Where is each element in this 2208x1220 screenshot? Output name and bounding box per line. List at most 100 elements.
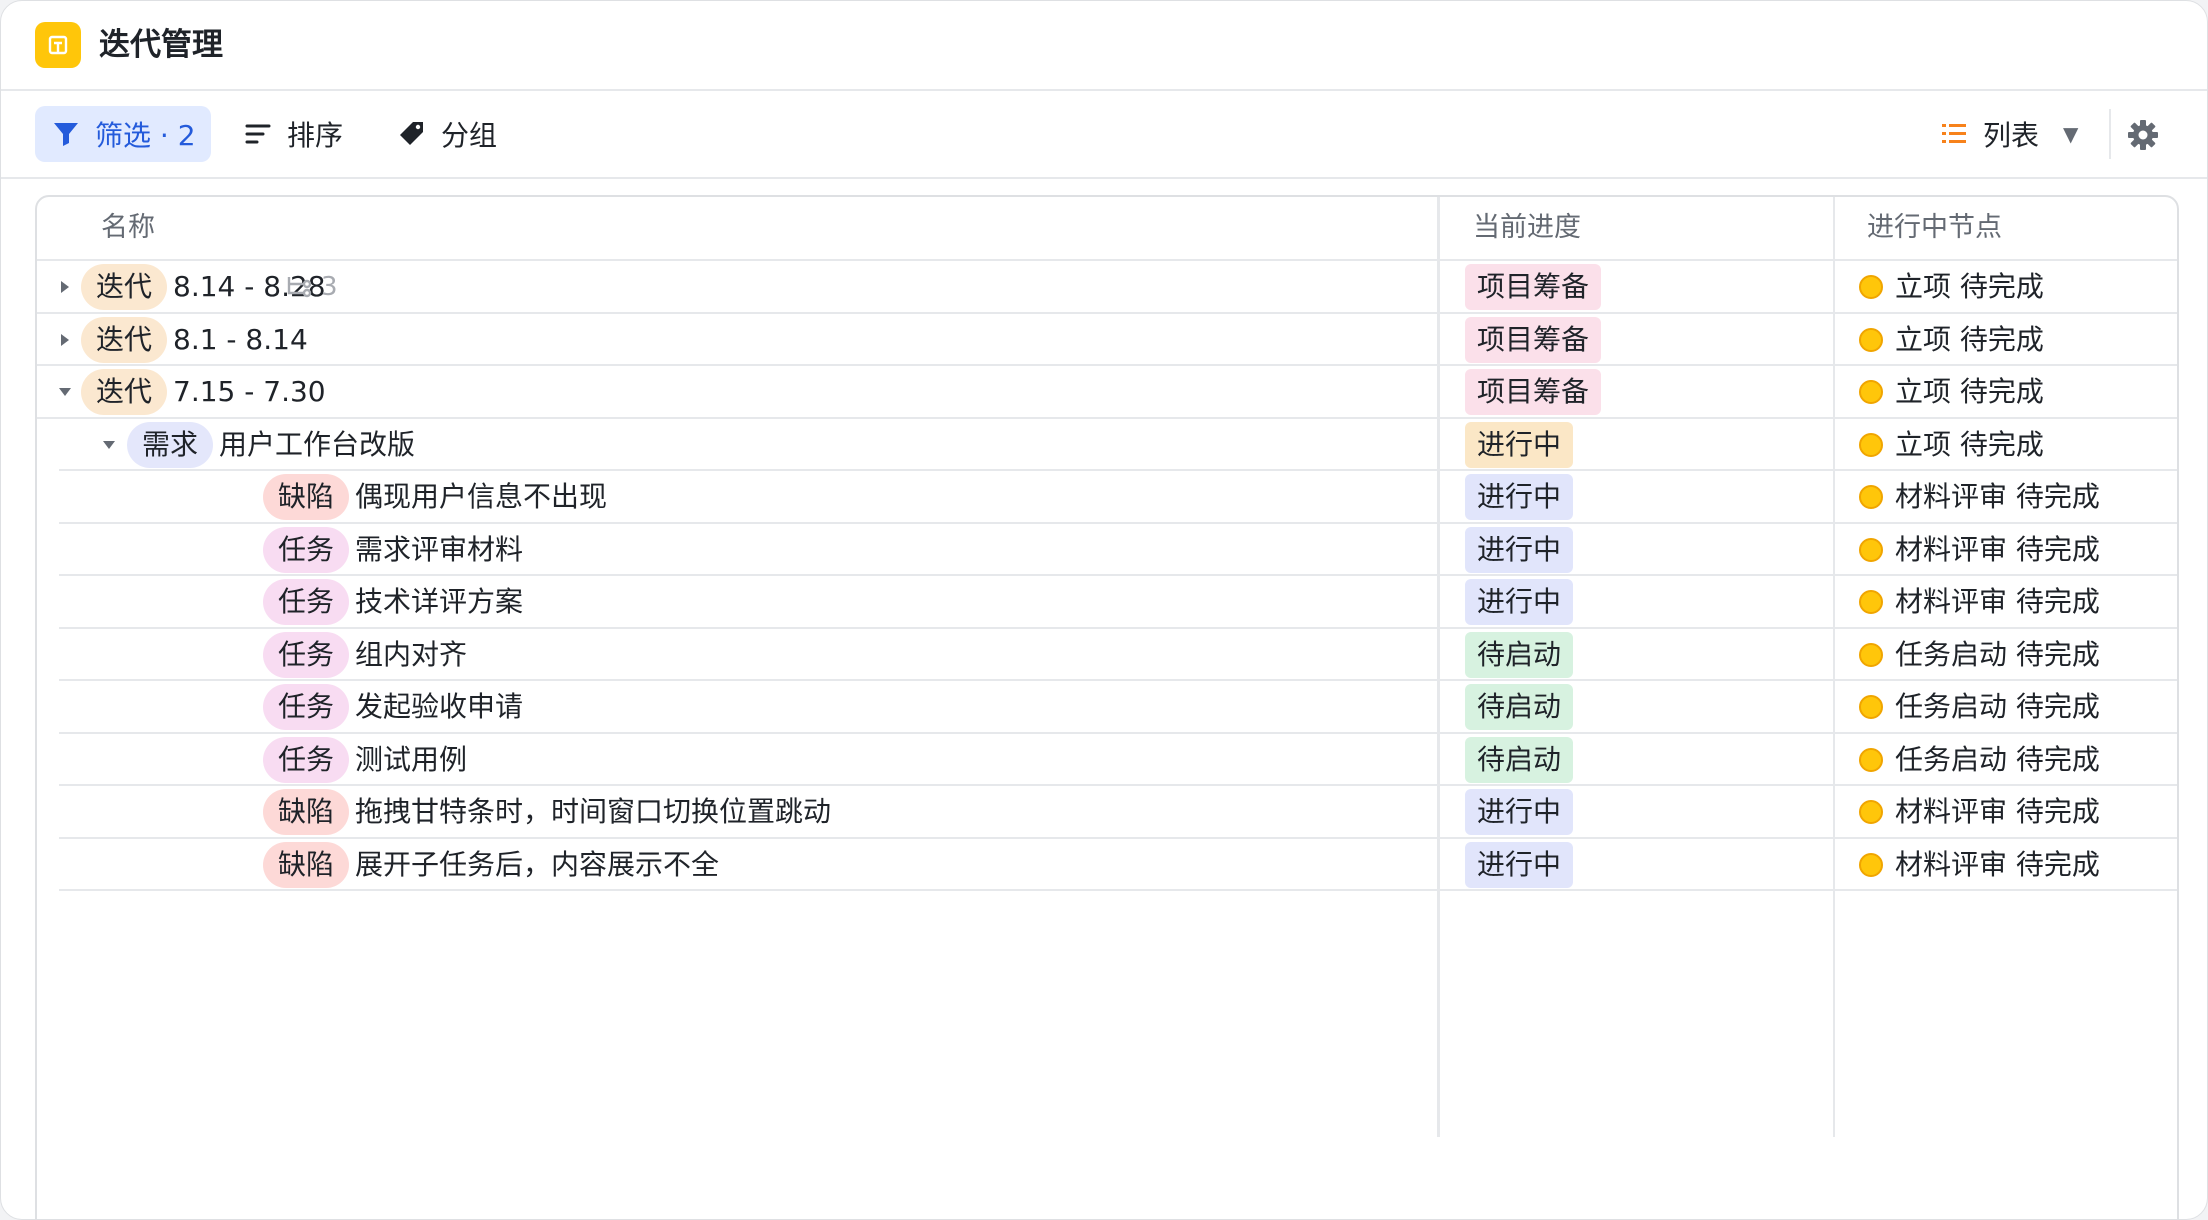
active-node-cell[interactable]: 材料评审 待完成 [1859,524,2100,577]
item-type-tag: 缺陷 [263,841,350,888]
item-type-tag: 任务 [263,526,350,573]
expand-toggle-icon[interactable] [55,277,75,297]
item-name[interactable]: 用户工作台改版 [219,419,415,472]
data-table: 名称 当前进度 进行中节点 迭代 8.14 - 8.28 3 项目筹备 立项 待完成 迭代… [35,195,2179,1219]
item-name[interactable]: 展开子任务后，内容展示不全 [355,839,719,892]
active-node-cell[interactable]: 立项 待完成 [1859,366,2044,419]
toolbar: 筛选 · 2 排序 分组 列表 ▼ [1,91,2207,179]
status-dot-icon [1859,432,1883,457]
item-name[interactable]: 7.15 - 7.30 [173,366,326,419]
active-node-cell[interactable]: 材料评审 待完成 [1859,576,2100,629]
active-node-label: 立项 待完成 [1895,375,2044,408]
item-type-tag: 需求 [127,421,214,468]
table-header: 名称 当前进度 进行中节点 [37,197,2177,261]
active-node-cell[interactable]: 任务启动 待完成 [1859,734,2100,787]
progress-status-badge[interactable]: 待启动 [1465,684,1574,731]
app-window: 迭代管理 筛选 · 2 排序 分组 列表 ▼ 名称 当前进度 进行中节点 迭代 … [0,0,2208,1220]
progress-status-badge[interactable]: 进行中 [1465,421,1574,468]
sort-label: 排序 [287,119,344,152]
filter-label: 筛选 · 2 [95,119,196,152]
table-row[interactable]: 缺陷 偶现用户信息不出现 进行中 材料评审 待完成 [37,471,2177,524]
progress-status-badge[interactable]: 项目筹备 [1465,264,1602,311]
active-node-label: 材料评审 待完成 [1895,847,2100,881]
active-node-label: 材料评审 待完成 [1895,480,2100,513]
active-node-cell[interactable]: 材料评审 待完成 [1859,786,2100,839]
status-dot-icon [1859,485,1883,510]
group-label: 分组 [441,119,498,152]
status-dot-icon [1859,380,1883,405]
chevron-down-icon: ▼ [2063,122,2079,146]
tag-icon [400,122,423,145]
table-row[interactable]: 迭代 8.1 - 8.14 项目筹备 立项 待完成 [37,314,2177,367]
item-name[interactable]: 组内对齐 [355,629,467,682]
progress-status-badge[interactable]: 项目筹备 [1465,369,1602,416]
active-node-label: 材料评审 待完成 [1895,585,2100,618]
item-name[interactable]: 拖拽甘特条时，时间窗口切换位置跳动 [355,786,831,839]
row-divider [59,889,2177,891]
progress-status-badge[interactable]: 待启动 [1465,631,1574,678]
active-node-cell[interactable]: 任务启动 待完成 [1859,629,2100,682]
item-type-tag: 缺陷 [263,474,350,521]
progress-status-badge[interactable]: 项目筹备 [1465,316,1602,363]
table-row[interactable]: 迭代 8.14 - 8.28 3 项目筹备 立项 待完成 [37,261,2177,314]
status-dot-icon [1859,642,1883,667]
item-name[interactable]: 技术详评方案 [355,576,523,629]
progress-status-badge[interactable]: 进行中 [1465,474,1574,521]
item-type-tag: 缺陷 [263,789,350,836]
collapse-toggle-icon[interactable] [55,382,75,402]
status-dot-icon [1859,695,1883,720]
table-row[interactable]: 任务 发起验收申请 待启动 任务启动 待完成 [37,681,2177,734]
item-name[interactable]: 需求评审材料 [355,524,523,577]
active-node-label: 任务启动 待完成 [1895,690,2100,723]
table-row[interactable]: 迭代 7.15 - 7.30 项目筹备 立项 待完成 [37,366,2177,419]
active-node-label: 立项 待完成 [1895,322,2044,356]
item-name[interactable]: 发起验收申请 [355,681,523,734]
status-dot-icon [1859,852,1883,877]
active-node-label: 材料评审 待完成 [1895,795,2100,828]
active-node-cell[interactable]: 材料评审 待完成 [1859,839,2100,892]
table-row[interactable]: 任务 需求评审材料 进行中 材料评审 待完成 [37,524,2177,577]
table-row[interactable]: 任务 组内对齐 待启动 任务启动 待完成 [37,629,2177,682]
toolbar-divider [2109,109,2111,159]
settings-button[interactable] [2125,117,2161,153]
progress-status-badge[interactable]: 进行中 [1465,579,1574,626]
title-bar: 迭代管理 [1,1,2207,91]
active-node-cell[interactable]: 材料评审 待完成 [1859,471,2100,524]
active-node-cell[interactable]: 立项 待完成 [1859,419,2044,472]
progress-status-badge[interactable]: 待启动 [1465,736,1574,783]
column-header-name[interactable]: 名称 [101,197,155,259]
progress-status-badge[interactable]: 进行中 [1465,526,1574,573]
item-name[interactable]: 8.1 - 8.14 [173,314,308,367]
item-name[interactable]: 偶现用户信息不出现 [355,471,607,524]
filter-button[interactable]: 筛选 · 2 [35,106,211,162]
item-type-tag: 任务 [263,579,350,626]
column-header-node[interactable]: 进行中节点 [1867,197,2002,259]
status-dot-icon [1859,800,1883,825]
active-node-cell[interactable]: 立项 待完成 [1859,261,2044,314]
table-row[interactable]: 缺陷 展开子任务后，内容展示不全 进行中 材料评审 待完成 [37,839,2177,892]
table-row[interactable]: 缺陷 拖拽甘特条时，时间窗口切换位置跳动 进行中 材料评审 待完成 [37,786,2177,839]
progress-status-badge[interactable]: 进行中 [1465,789,1574,836]
table-row[interactable]: 任务 测试用例 待启动 任务启动 待完成 [37,734,2177,787]
collapse-toggle-icon[interactable] [99,435,119,455]
subtask-count: 3 [285,272,338,302]
table-row[interactable]: 任务 技术详评方案 进行中 材料评审 待完成 [37,576,2177,629]
item-name[interactable]: 测试用例 [355,734,467,787]
active-node-cell[interactable]: 任务启动 待完成 [1859,681,2100,734]
progress-status-badge[interactable]: 进行中 [1465,841,1574,888]
group-button[interactable]: 分组 [397,106,497,162]
active-node-label: 立项 待完成 [1895,427,2044,461]
expand-toggle-icon[interactable] [55,330,75,350]
active-node-cell[interactable]: 立项 待完成 [1859,314,2044,367]
active-node-label: 材料评审 待完成 [1895,532,2100,566]
filter-icon [54,123,78,146]
sort-icon [245,124,271,144]
column-header-progress[interactable]: 当前进度 [1473,197,1581,259]
view-switcher[interactable]: 列表 ▼ [1939,106,2078,162]
status-dot-icon [1859,275,1883,300]
subtask-icon [287,277,312,298]
app-logo-icon [35,22,81,68]
status-dot-icon [1859,327,1883,352]
table-row[interactable]: 需求 用户工作台改版 进行中 立项 待完成 [37,419,2177,472]
sort-button[interactable]: 排序 [243,106,343,162]
